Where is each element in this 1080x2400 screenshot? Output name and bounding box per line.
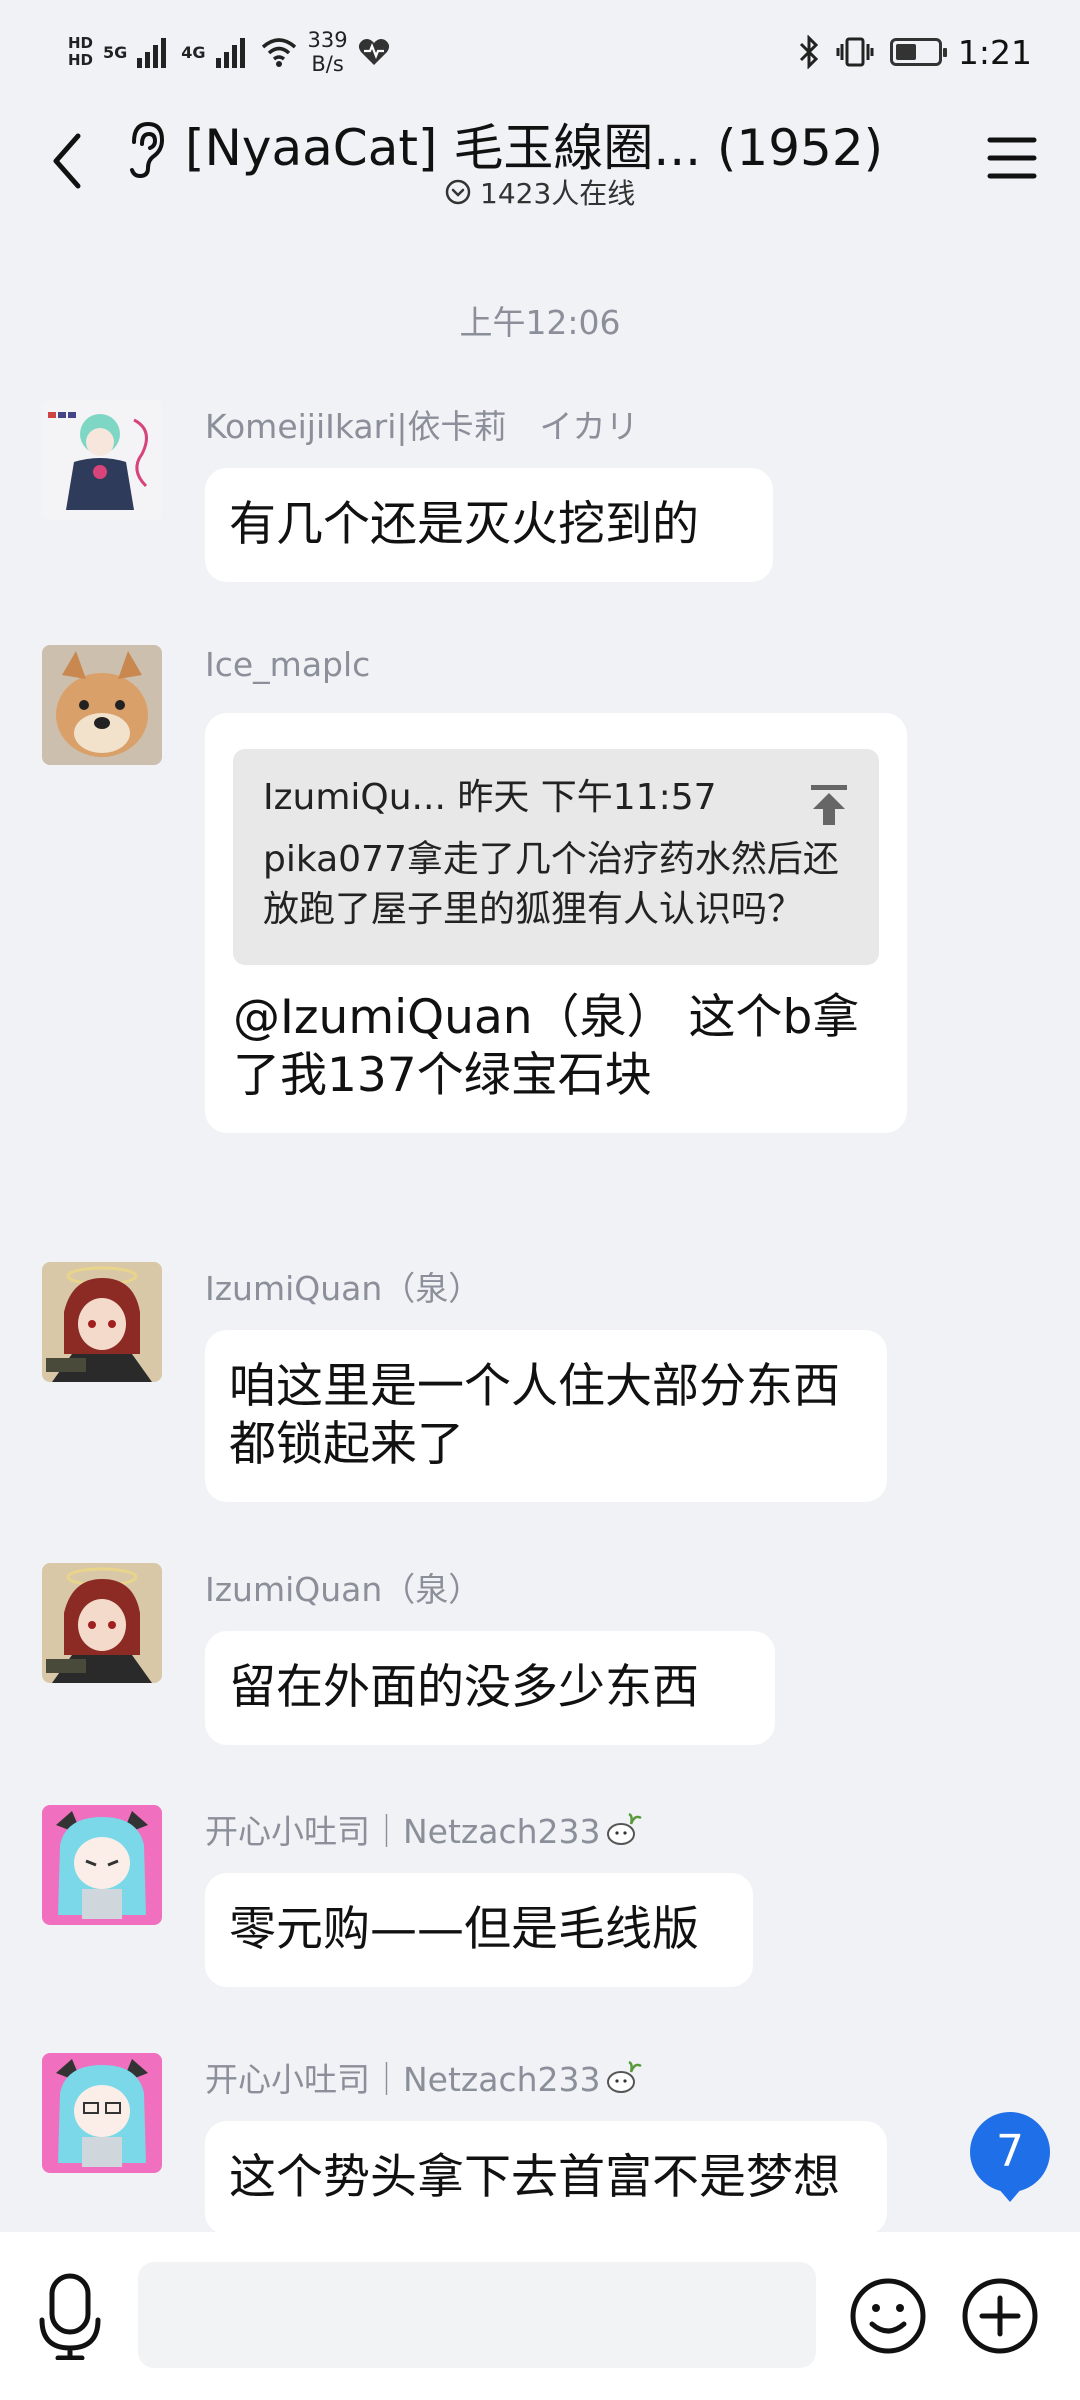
bluetooth-icon — [799, 35, 819, 69]
unread-count-badge[interactable]: 7 — [970, 2112, 1050, 2202]
avatar-image — [42, 400, 162, 520]
sender-name: 开心小吐司｜Netzach233 — [205, 2053, 643, 2101]
quoted-message[interactable]: IzumiQu... 昨天 下午11:57 pika077拿走了几个治疗药水然后… — [233, 749, 879, 965]
signal-icon-2 — [215, 38, 245, 68]
network-4g-label: 4G — [181, 42, 206, 62]
quote-text: pika077拿走了几个治疗药水然后还放跑了屋子里的狐狸有人认识吗？ — [263, 839, 839, 930]
signal-icon — [137, 38, 167, 68]
chevron-left-icon[interactable] — [40, 124, 96, 196]
jump-to-top-icon[interactable] — [809, 783, 849, 827]
message-bubble[interactable]: 留在外面的没多少东西 — [205, 1631, 775, 1745]
smiley-icon[interactable] — [848, 2276, 928, 2356]
sender-name: IzumiQuan（泉） — [205, 1570, 482, 1609]
clock: 1:21 — [957, 32, 1032, 72]
avatar[interactable] — [42, 1563, 162, 1683]
avatar[interactable] — [42, 1805, 162, 1925]
radish-badge-icon — [606, 2060, 642, 2093]
network-speed: 339 B/s — [308, 28, 348, 76]
sender-name-label: 开心小吐司｜Netzach233 — [205, 2060, 601, 2099]
microphone-icon[interactable] — [36, 2272, 104, 2360]
message-input-bar — [0, 2232, 1080, 2400]
speed-unit: B/s — [311, 52, 344, 76]
online-count[interactable]: 1423人在线 — [444, 172, 635, 212]
hd-indicator: HD HD — [68, 35, 93, 69]
avatar[interactable] — [42, 1262, 162, 1382]
status-right: 1:21 — [798, 24, 1032, 80]
status-left: HD HD 5G 4G 339 B/s — [68, 24, 390, 80]
chat-header: [NyaaCat] 毛玉線圈... (1952) 1423人在线 — [0, 104, 1080, 234]
chat-title[interactable]: [NyaaCat] 毛玉線圈... (1952) — [185, 108, 883, 180]
ear-icon[interactable] — [124, 118, 168, 180]
quote-header: IzumiQu... 昨天 下午11:57 — [263, 777, 717, 818]
message-bubble[interactable]: 这个势头拿下去首富不是梦想 — [205, 2121, 887, 2235]
avatar-image — [42, 2053, 162, 2173]
hamburger-menu-icon[interactable] — [984, 126, 1040, 190]
avatar-image — [42, 1262, 162, 1382]
heart-pulse-icon — [358, 39, 389, 65]
message-bubble[interactable]: IzumiQu... 昨天 下午11:57 pika077拿走了几个治疗药水然后… — [205, 713, 907, 1133]
sender-name: Ice_maplc — [205, 645, 371, 684]
chevron-down-circle-icon — [445, 179, 471, 205]
plus-circle-icon[interactable] — [960, 2276, 1040, 2356]
sender-name: IzumiQuan（泉） — [205, 1269, 482, 1308]
message-bubble[interactable]: 有几个还是灭火挖到的 — [205, 468, 773, 582]
avatar-image — [42, 1563, 162, 1683]
vibrate-icon — [836, 37, 874, 67]
message-bubble[interactable]: 咱这里是一个人住大部分东西都锁起来了 — [205, 1330, 887, 1502]
message-bubble[interactable]: 零元购——但是毛线版 — [205, 1873, 753, 1987]
hd-label-1: HD — [68, 34, 94, 52]
message-input[interactable] — [138, 2262, 816, 2368]
avatar[interactable] — [42, 400, 162, 520]
sender-name: KomeijiIkari|依卡莉 イカリ — [205, 407, 639, 446]
hd-label-2: HD — [68, 51, 94, 69]
avatar[interactable] — [42, 645, 162, 765]
network-5g-label: 5G — [103, 42, 128, 62]
avatar-image — [42, 1805, 162, 1925]
battery-fill — [895, 44, 916, 60]
avatar[interactable] — [42, 2053, 162, 2173]
message-text: @IzumiQuan（泉） 这个b拿了我137个绿宝石块 — [233, 990, 860, 1103]
sender-name: 开心小吐司｜Netzach233 — [205, 1805, 643, 1853]
battery-icon — [889, 38, 947, 66]
online-count-label: 1423人在线 — [480, 177, 636, 210]
avatar-image — [42, 645, 162, 765]
speed-value: 339 — [307, 28, 348, 52]
status-bar: HD HD 5G 4G 339 B/s 1:21 — [0, 0, 1080, 104]
time-divider: 上午12:06 — [459, 303, 621, 342]
sender-name-label: 开心小吐司｜Netzach233 — [205, 1812, 601, 1851]
radish-badge-icon — [606, 1812, 642, 1845]
wifi-icon — [261, 38, 296, 67]
